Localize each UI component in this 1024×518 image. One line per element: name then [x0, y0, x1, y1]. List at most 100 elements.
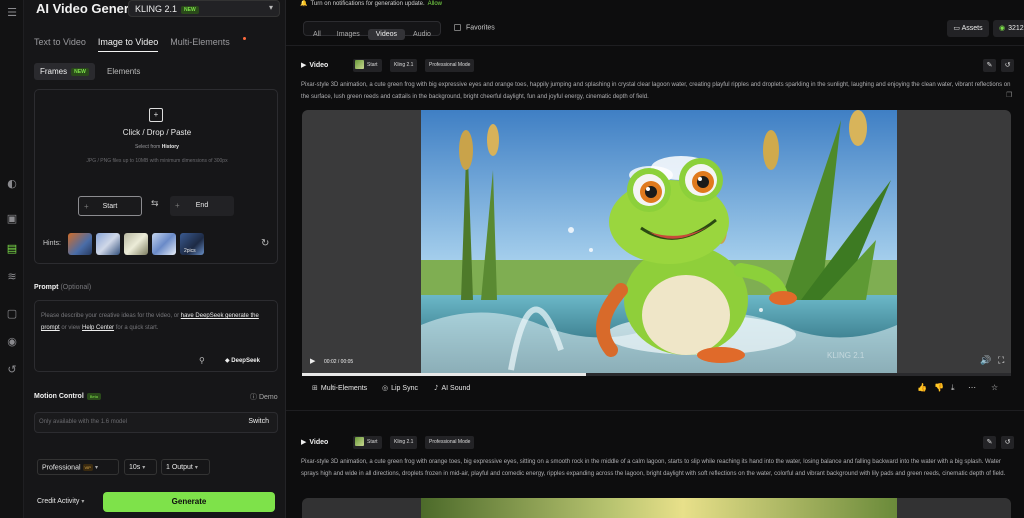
edit-icon[interactable]: ✎	[983, 59, 996, 72]
chevron-down-icon: ▾	[194, 464, 198, 471]
deepseek-label: DeepSeek	[231, 358, 260, 364]
multi-elements-icon: ⊞	[312, 384, 318, 392]
filter-videos[interactable]: Videos	[367, 29, 406, 40]
frame-selector: + Start ⇆ + End	[78, 196, 238, 216]
deepseek-button[interactable]: ◆ DeepSeek	[225, 357, 260, 364]
frog-video-image	[421, 110, 897, 373]
assets-button[interactable]: ▭ Assets	[947, 20, 989, 37]
copy-icon[interactable]: ❐	[1006, 91, 1012, 99]
info-icon: ⓘ	[250, 393, 257, 401]
video-icon[interactable]: ▤	[4, 240, 20, 256]
thumbs-up-icon[interactable]: 👍	[917, 383, 927, 392]
prompt-placeholder-c: for a quick start.	[114, 325, 159, 331]
credits-balance[interactable]: ◉ 3212	[993, 20, 1024, 37]
help-center-link[interactable]: Help Center	[82, 325, 114, 331]
card-type: ▶ Video	[301, 438, 328, 446]
palette-icon[interactable]: ◐	[4, 175, 20, 191]
add-image-icon: +	[149, 108, 163, 122]
motion-control-label: Motion Control Beta	[34, 393, 101, 400]
credit-activity-label: Credit Activity	[37, 498, 80, 505]
motion-control-field[interactable]: Only available with the 1.6 model Switch	[34, 412, 278, 433]
panel-header: AI Video Generator KLING 2.1 NEW ▾	[24, 0, 286, 20]
tab-multi-elements[interactable]: Multi-Elements	[170, 37, 246, 55]
credit-activity-button[interactable]: Credit Activity ▾	[37, 498, 84, 505]
start-frame-button[interactable]: + Start	[78, 196, 142, 216]
new-badge: NEW	[181, 5, 199, 14]
credit-icon: ◉	[999, 24, 1006, 32]
lip-sync-button[interactable]: ◎ Lip Sync	[382, 384, 418, 392]
filter-tabs: All Images Videos Audio	[303, 21, 441, 40]
duration-select[interactable]: 10s ▾	[124, 459, 157, 475]
menu-icon[interactable]: ☰	[4, 4, 20, 20]
fullscreen-icon[interactable]: ⛶	[998, 356, 1004, 366]
tab-text-to-video[interactable]: Text to Video	[34, 37, 86, 51]
generate-button[interactable]: Generate	[103, 492, 275, 512]
switch-button[interactable]: Switch	[248, 418, 269, 425]
more-icon[interactable]: ⋯	[968, 383, 976, 392]
video-progress-bar[interactable]	[302, 373, 1011, 376]
kling-watermark: KLING 2.1	[827, 351, 865, 360]
prompt-label: Prompt (Optional)	[34, 284, 91, 291]
filter-all[interactable]: All	[305, 29, 329, 40]
image-icon[interactable]: ▣	[4, 210, 20, 226]
pin-icon[interactable]: ⚲	[199, 356, 205, 365]
volume-icon[interactable]: 🔊	[980, 356, 991, 366]
end-frame-button[interactable]: + End	[170, 196, 234, 216]
refresh-icon[interactable]: ↻	[261, 238, 269, 249]
sound-icon: ♪	[434, 384, 439, 392]
lip-sync-label: Lip Sync	[391, 385, 418, 392]
swap-icon[interactable]: ⇆	[151, 199, 159, 209]
multi-elements-button[interactable]: ⊞ Multi-Elements	[312, 384, 367, 392]
hint-thumbnail[interactable]	[124, 233, 148, 255]
plus-icon: +	[84, 202, 89, 211]
reuse-icon[interactable]: ↺	[1001, 59, 1014, 72]
results-area: 🔔 Turn on notifications for generation up…	[286, 0, 1024, 518]
hint-thumbnail[interactable]	[68, 233, 92, 255]
audio-icon[interactable]: ≋	[4, 268, 20, 284]
tab-image-to-video[interactable]: Image to Video	[97, 37, 159, 52]
video-player[interactable]	[302, 498, 1011, 518]
download-icon[interactable]: ⤓	[951, 383, 955, 393]
output-count-value: 1 Output	[166, 464, 193, 471]
start-frame-thumbnail	[355, 437, 364, 447]
multi-elements-label: Multi-Elements	[320, 385, 368, 392]
lip-sync-icon: ◎	[382, 384, 389, 392]
model-tag: Kling 2.1	[390, 436, 418, 449]
mode-select[interactable]: Professional VIP ▾	[37, 459, 119, 475]
prompt-input[interactable]: Please describe your creative ideas for …	[34, 300, 278, 372]
allow-link[interactable]: Allow	[428, 1, 442, 7]
ai-sound-button[interactable]: ♪ AI Sound	[434, 384, 470, 392]
star-icon[interactable]: ☆	[991, 383, 998, 392]
video-player[interactable]: ▶ 00:02 / 00:05 KLING 2.1 🔊 ⛶	[302, 110, 1011, 373]
divider	[286, 410, 1024, 411]
video-card-header: ▶ Video Start Kling 2.1 Professional Mode…	[301, 436, 1021, 450]
deepseek-icon: ◆	[225, 357, 230, 364]
eye-icon[interactable]: ◉	[4, 333, 20, 349]
vip-badge: VIP	[82, 464, 93, 471]
demo-link[interactable]: ⓘ Demo	[250, 392, 278, 402]
upload-dropzone[interactable]: + Click / Drop / Paste Select from Histo…	[34, 89, 278, 264]
play-icon[interactable]: ▶	[310, 357, 315, 365]
subtab-elements[interactable]: Elements	[101, 63, 146, 80]
reuse-icon[interactable]: ↺	[1001, 436, 1014, 449]
demo-label: Demo	[258, 394, 278, 401]
hint-thumbnail[interactable]	[152, 233, 176, 255]
video-icon: ▶	[301, 438, 307, 446]
model-select[interactable]: KLING 2.1 NEW ▾	[128, 0, 280, 17]
video-progress-fill	[302, 373, 586, 376]
edit-icon[interactable]: ✎	[983, 436, 996, 449]
subtab-frames[interactable]: Frames NEW	[34, 63, 95, 80]
layers-icon[interactable]: ▢	[4, 305, 20, 321]
filter-audio[interactable]: Audio	[405, 29, 439, 40]
hint-more-label: 2pics	[184, 248, 196, 254]
video-icon: ▶	[301, 61, 307, 69]
output-count-select[interactable]: 1 Output ▾	[161, 459, 210, 475]
thumbs-down-icon[interactable]: 👎	[934, 383, 944, 392]
history-icon[interactable]: ↺	[4, 361, 20, 377]
history-link[interactable]: History	[162, 144, 179, 150]
start-frame-thumbnail	[355, 60, 364, 70]
favorites-checkbox[interactable]: Favorites	[454, 24, 495, 31]
filter-images[interactable]: Images	[329, 29, 368, 40]
card-type-label: Video	[309, 439, 329, 446]
hint-thumbnail[interactable]	[96, 233, 120, 255]
